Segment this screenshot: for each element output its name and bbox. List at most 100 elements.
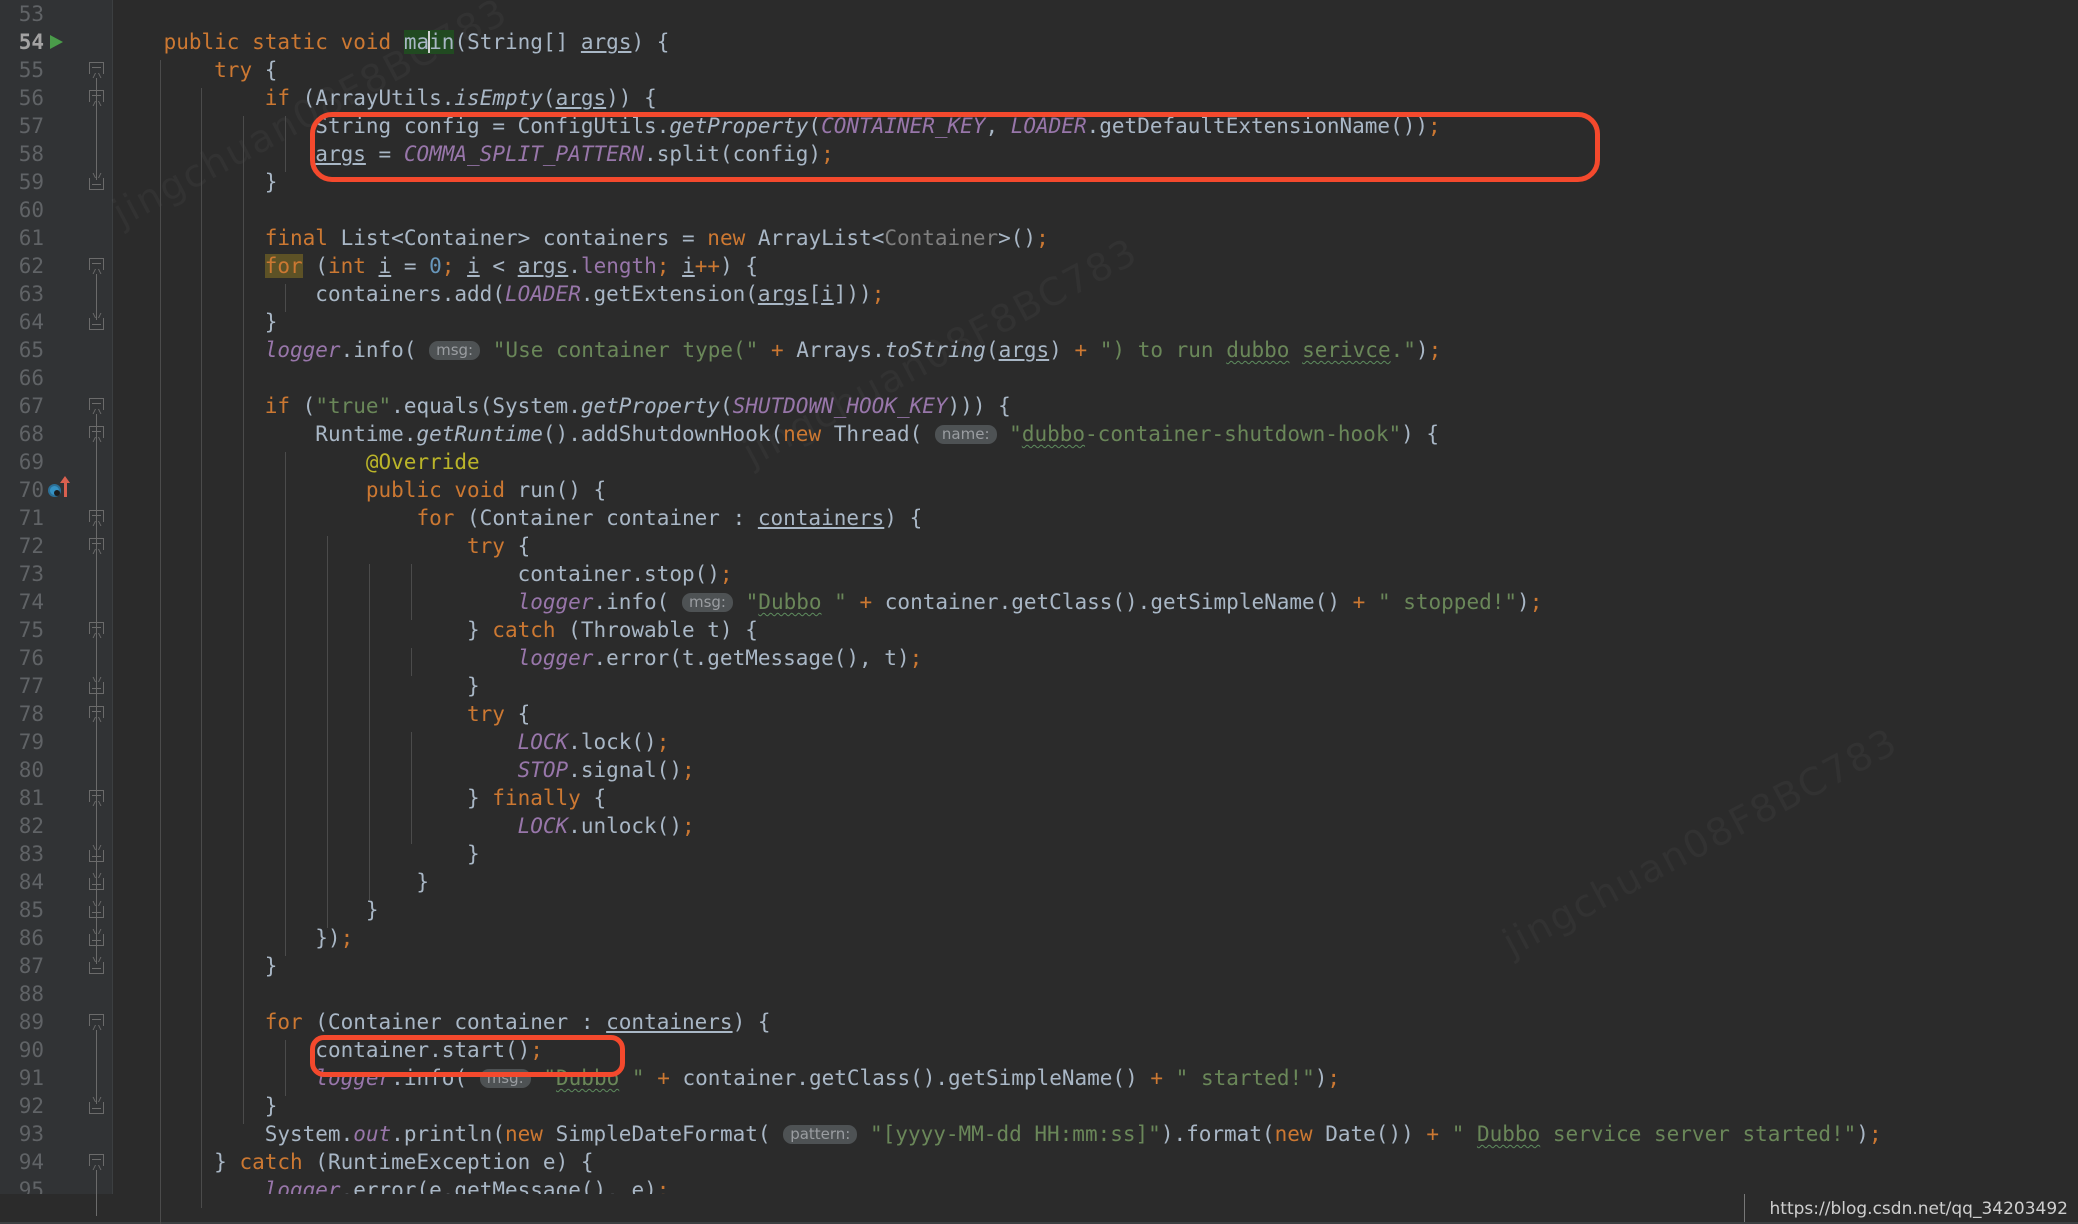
code-text[interactable]: String config = ConfigUtils.getProperty(… xyxy=(113,112,1440,140)
code-line[interactable]: 60 xyxy=(0,196,2078,224)
code-line[interactable]: 89 for (Container container : containers… xyxy=(0,1008,2078,1036)
code-text[interactable]: logger.info( msg: "Dubbo " + container.g… xyxy=(113,1064,1340,1092)
code-line[interactable]: 77 } xyxy=(0,672,2078,700)
code-line[interactable]: 67 if ("true".equals(System.getProperty(… xyxy=(0,392,2078,420)
code-line[interactable]: 90 container.start(); xyxy=(0,1036,2078,1064)
code-text[interactable]: public void run() { xyxy=(113,476,606,504)
code-text[interactable]: @Override xyxy=(113,448,480,476)
code-text[interactable]: for (Container container : containers) { xyxy=(113,504,922,532)
code-text[interactable]: LOCK.lock(); xyxy=(113,728,670,756)
code-line[interactable]: 68 Runtime.getRuntime().addShutdownHook(… xyxy=(0,420,2078,448)
run-gutter-icon[interactable] xyxy=(50,35,63,49)
line-number: 59 xyxy=(18,170,44,194)
code-text[interactable]: if ("true".equals(System.getProperty(SHU… xyxy=(113,392,1011,420)
code-line[interactable]: 91 logger.info( msg: "Dubbo " + containe… xyxy=(0,1064,2078,1092)
code-text[interactable]: } xyxy=(113,840,480,868)
code-line[interactable]: 56 if (ArrayUtils.isEmpty(args)) { xyxy=(0,84,2078,112)
code-text[interactable]: final List<Container> containers = new A… xyxy=(113,224,1049,252)
code-text[interactable]: logger.info( msg: "Use container type(" … xyxy=(113,336,1442,364)
indent-guide xyxy=(285,284,286,312)
code-line[interactable]: 71 for (Container container : containers… xyxy=(0,504,2078,532)
code-text[interactable]: logger.error(t.getMessage(), t); xyxy=(113,644,923,672)
code-line[interactable]: 53 xyxy=(0,0,2078,28)
line-number: 78 xyxy=(18,702,44,726)
code-line[interactable]: 93 System.out.println(new SimpleDateForm… xyxy=(0,1120,2078,1148)
code-text[interactable]: try { xyxy=(113,532,530,560)
code-text[interactable]: try { xyxy=(113,700,530,728)
code-line[interactable]: 54 public static void main(String[] args… xyxy=(0,28,2078,56)
code-line[interactable]: 74 logger.info( msg: "Dubbo " + containe… xyxy=(0,588,2078,616)
code-line[interactable]: 88 xyxy=(0,980,2078,1008)
code-text[interactable]: } xyxy=(113,672,480,700)
code-text[interactable]: } xyxy=(113,168,278,196)
caret-word-highlight: main xyxy=(403,30,455,54)
code-line[interactable]: 94 } catch (RuntimeException e) { xyxy=(0,1148,2078,1176)
code-text[interactable]: for (int i = 0; i < args.length; i++) { xyxy=(113,252,758,280)
fold-connector-line xyxy=(96,1170,97,1216)
code-line[interactable]: 85 } xyxy=(0,896,2078,924)
code-line[interactable]: 79 LOCK.lock(); xyxy=(0,728,2078,756)
code-text[interactable]: System.out.println(new SimpleDateFormat(… xyxy=(113,1120,1882,1148)
code-line[interactable]: 82 LOCK.unlock(); xyxy=(0,812,2078,840)
code-text[interactable]: }); xyxy=(113,924,353,952)
code-text[interactable]: } finally { xyxy=(113,784,606,812)
line-number: 67 xyxy=(18,394,44,418)
code-line[interactable]: 59 } xyxy=(0,168,2078,196)
code-line[interactable]: 69 @Override xyxy=(0,448,2078,476)
code-line[interactable]: 75 } catch (Throwable t) { xyxy=(0,616,2078,644)
code-text[interactable]: } xyxy=(113,896,379,924)
code-line[interactable]: 92 } xyxy=(0,1092,2078,1120)
code-text[interactable]: container.start(); xyxy=(113,1036,543,1064)
code-line[interactable]: 72 try { xyxy=(0,532,2078,560)
line-number: 88 xyxy=(18,982,44,1006)
code-line[interactable]: 86 }); xyxy=(0,924,2078,952)
line-number: 84 xyxy=(18,870,44,894)
code-text[interactable]: } catch (RuntimeException e) { xyxy=(113,1148,593,1176)
code-text[interactable]: containers.add(LOADER.getExtension(args[… xyxy=(113,280,884,308)
code-text[interactable]: public static void main(String[] args) { xyxy=(113,28,669,56)
code-text[interactable]: } xyxy=(113,308,278,336)
code-line[interactable]: 57 String config = ConfigUtils.getProper… xyxy=(0,112,2078,140)
code-text[interactable]: try { xyxy=(113,56,277,84)
code-line[interactable]: 84 } xyxy=(0,868,2078,896)
code-line[interactable]: 78 try { xyxy=(0,700,2078,728)
code-text[interactable]: for (Container container : containers) { xyxy=(113,1008,771,1036)
code-line[interactable]: 62 for (int i = 0; i < args.length; i++)… xyxy=(0,252,2078,280)
code-line[interactable]: 65 logger.info( msg: "Use container type… xyxy=(0,336,2078,364)
code-fold-icon[interactable] xyxy=(89,1154,104,1169)
code-line[interactable]: 63 containers.add(LOADER.getExtension(ar… xyxy=(0,280,2078,308)
code-text[interactable]: if (ArrayUtils.isEmpty(args)) { xyxy=(113,84,657,112)
code-line[interactable]: 76 logger.error(t.getMessage(), t); xyxy=(0,644,2078,672)
code-fold-icon[interactable] xyxy=(89,398,104,413)
line-number: 57 xyxy=(18,114,44,138)
code-line[interactable]: 64 } xyxy=(0,308,2078,336)
code-text[interactable]: } catch (Throwable t) { xyxy=(113,616,758,644)
implementing-method-gutter-icon[interactable] xyxy=(48,484,61,497)
code-text[interactable]: Runtime.getRuntime().addShutdownHook(new… xyxy=(113,420,1439,448)
line-number: 74 xyxy=(18,590,44,614)
code-text[interactable]: args = COMMA_SPLIT_PATTERN.split(config)… xyxy=(113,140,833,168)
code-line[interactable]: 70 public void run() { xyxy=(0,476,2078,504)
line-number: 76 xyxy=(18,646,44,670)
code-line[interactable]: 83 } xyxy=(0,840,2078,868)
code-fold-icon[interactable] xyxy=(89,258,104,273)
code-editor[interactable]: jingchuan08F8BC783 jingchuan08F8BC783 ji… xyxy=(0,0,2078,1224)
indent-guide xyxy=(369,564,370,900)
line-number: 81 xyxy=(18,786,44,810)
code-line[interactable]: 58 args = COMMA_SPLIT_PATTERN.split(conf… xyxy=(0,140,2078,168)
code-line[interactable]: 61 final List<Container> containers = ne… xyxy=(0,224,2078,252)
code-text[interactable]: } xyxy=(113,1092,278,1120)
code-line[interactable]: 66 xyxy=(0,364,2078,392)
code-text[interactable]: container.stop(); xyxy=(113,560,733,588)
code-line[interactable]: 87 } xyxy=(0,952,2078,980)
code-fold-icon[interactable] xyxy=(89,62,104,77)
code-text[interactable]: } xyxy=(113,952,278,980)
code-line[interactable]: 73 container.stop(); xyxy=(0,560,2078,588)
code-line[interactable]: 55 try { xyxy=(0,56,2078,84)
code-lines-container[interactable]: 53 54 public static void main(String[] ar… xyxy=(0,0,2078,1224)
override-arrow-icon[interactable] xyxy=(60,476,70,497)
line-number: 62 xyxy=(18,254,44,278)
code-line[interactable]: 81 } finally { xyxy=(0,784,2078,812)
code-line[interactable]: 80 STOP.signal(); xyxy=(0,756,2078,784)
code-fold-icon[interactable] xyxy=(89,1014,104,1029)
